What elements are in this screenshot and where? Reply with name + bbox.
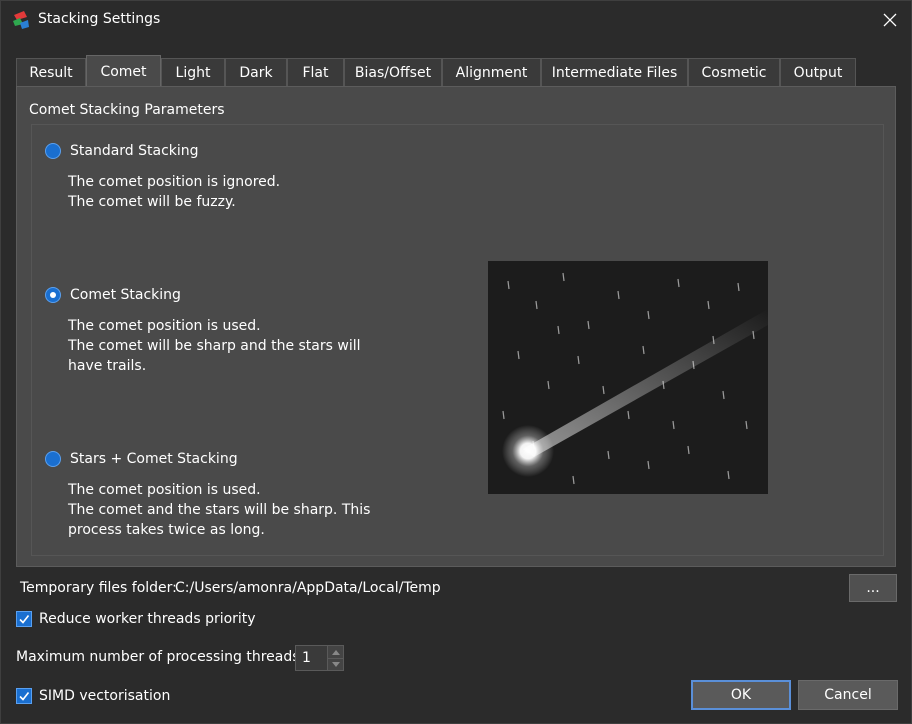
stacking-settings-dialog: Stacking Settings Result Comet Light Dar…: [0, 0, 912, 724]
comet-preview-image: [488, 261, 768, 494]
cancel-button[interactable]: Cancel: [798, 680, 898, 710]
tab-cosmetic[interactable]: Cosmetic: [688, 58, 780, 86]
radio-indicator: [45, 451, 61, 467]
standard-stacking-description: The comet position is ignored. The comet…: [68, 174, 281, 210]
tab-comet[interactable]: Comet: [86, 55, 161, 87]
standard-stacking-radio[interactable]: Standard Stacking: [45, 143, 199, 159]
close-button[interactable]: [873, 5, 907, 35]
tab-intermediate-files[interactable]: Intermediate Files: [541, 58, 688, 86]
radio-label: Stars + Comet Stacking: [70, 451, 238, 467]
comet-stacking-description: The comet position is used. The comet wi…: [68, 318, 361, 374]
app-logo-icon: [11, 10, 31, 30]
title-bar: Stacking Settings: [1, 1, 911, 39]
group-title: Comet Stacking Parameters: [29, 102, 225, 118]
max-threads-value: 1: [302, 650, 311, 666]
radio-label: Comet Stacking: [70, 287, 181, 303]
temp-folder-path: C:/Users/amonra/AppData/Local/Temp: [175, 580, 441, 596]
comet-tab-panel: Comet Stacking Parameters Standard Stack…: [16, 86, 896, 567]
close-icon: [883, 13, 897, 27]
checkmark-icon: [16, 688, 32, 704]
browse-temp-folder-button[interactable]: ...: [849, 574, 897, 602]
tab-dark[interactable]: Dark: [225, 58, 287, 86]
tab-alignment[interactable]: Alignment: [442, 58, 541, 86]
comet-stacking-radio[interactable]: Comet Stacking: [45, 287, 181, 303]
tab-result[interactable]: Result: [16, 58, 86, 86]
radio-indicator: [45, 143, 61, 159]
radio-label: Standard Stacking: [70, 143, 199, 159]
tab-light[interactable]: Light: [161, 58, 225, 86]
spin-buttons: [327, 646, 343, 670]
reduce-priority-checkbox[interactable]: Reduce worker threads priority: [16, 611, 256, 627]
tab-flat[interactable]: Flat: [287, 58, 344, 86]
window-title: Stacking Settings: [38, 11, 161, 27]
chevron-down-icon: [331, 661, 340, 667]
checkbox-label: Reduce worker threads priority: [39, 611, 256, 627]
radio-indicator: [45, 287, 61, 303]
spin-down-button[interactable]: [328, 658, 343, 670]
simd-checkbox[interactable]: SIMD vectorisation: [16, 688, 170, 704]
chevron-up-icon: [331, 649, 340, 655]
checkmark-icon: [16, 611, 32, 627]
tab-bias-offset[interactable]: Bias/Offset: [344, 58, 442, 86]
max-threads-spinbox[interactable]: 1: [295, 645, 344, 671]
comet-stacking-group: Standard Stacking The comet position is …: [31, 124, 884, 556]
checkbox-label: SIMD vectorisation: [39, 688, 171, 704]
temp-folder-label: Temporary files folder:: [20, 580, 177, 596]
max-threads-label: Maximum number of processing threads: [16, 649, 300, 665]
ok-button[interactable]: OK: [691, 680, 791, 710]
tab-output[interactable]: Output: [780, 58, 856, 86]
stars-comet-stacking-radio[interactable]: Stars + Comet Stacking: [45, 451, 238, 467]
stars-comet-stacking-description: The comet position is used. The comet an…: [68, 482, 371, 538]
